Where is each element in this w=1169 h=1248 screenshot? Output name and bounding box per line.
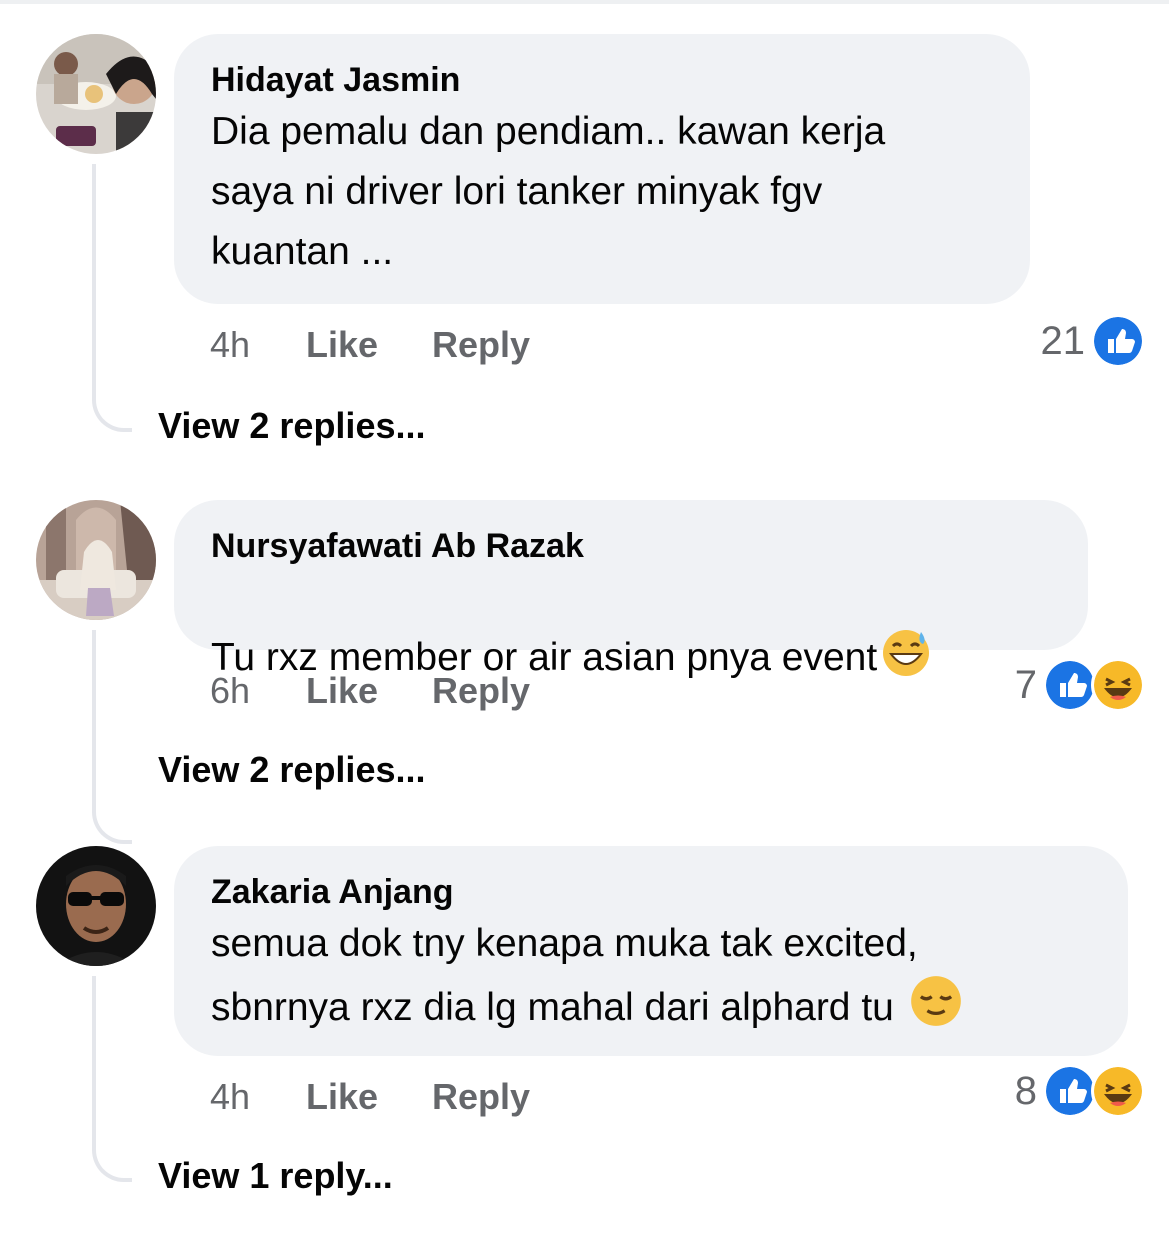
reaction-count: 21 — [1040, 318, 1086, 363]
avatar[interactable] — [36, 846, 156, 966]
like-icon — [1043, 1064, 1097, 1118]
like-icon — [1043, 658, 1097, 712]
reply-button[interactable]: Reply — [432, 666, 530, 716]
comment-text-line: semua dok tny kenapa muka tak excited, s… — [211, 914, 1092, 1038]
like-button[interactable]: Like — [306, 666, 378, 716]
avatar[interactable] — [36, 500, 156, 620]
top-divider — [0, 0, 1169, 4]
timestamp[interactable]: 4h — [210, 1072, 250, 1122]
timestamp[interactable]: 4h — [210, 320, 250, 370]
comment-bubble: Hidayat Jasmin Dia pemalu dan pendiam.. … — [174, 34, 1030, 304]
comment-actions: 4h Like Reply — [210, 320, 1150, 370]
haha-icon — [1091, 658, 1145, 712]
reply-button[interactable]: Reply — [432, 1072, 530, 1122]
thread-line — [92, 164, 132, 432]
reaction-count: 8 — [1014, 1068, 1037, 1113]
timestamp[interactable]: 6h — [210, 666, 250, 716]
comment-bubble: Nursyafawati Ab Razak Tu rxz member or a… — [174, 500, 1088, 679]
thread-line — [92, 976, 132, 1182]
reply-button[interactable]: Reply — [432, 320, 530, 370]
view-replies-link[interactable]: View 2 replies... — [158, 746, 426, 794]
thread-line — [92, 630, 132, 844]
comment-actions: 4h Like Reply — [210, 1072, 1150, 1122]
view-replies-link[interactable]: View 2 replies... — [158, 402, 426, 450]
avatar[interactable] — [36, 34, 156, 154]
comment-bubble: Zakaria Anjang semua dok tny kenapa muka… — [174, 846, 1128, 1056]
like-icon — [1091, 314, 1145, 368]
like-button[interactable]: Like — [306, 320, 378, 370]
reaction-summary[interactable]: 8 — [1014, 1064, 1145, 1118]
comment-author[interactable]: Hidayat Jasmin — [211, 58, 994, 102]
comment-text: Dia pemalu dan pendiam.. kawan kerja say… — [211, 110, 886, 273]
reaction-summary[interactable]: 21 — [1040, 314, 1145, 368]
comment-author[interactable]: Zakaria Anjang — [211, 870, 1092, 914]
view-replies-link[interactable]: View 1 reply... — [158, 1152, 393, 1200]
like-button[interactable]: Like — [306, 1072, 378, 1122]
comment-author[interactable]: Nursyafawati Ab Razak — [211, 524, 1052, 568]
haha-icon — [1091, 1064, 1145, 1118]
relieved-face-emoji — [910, 976, 961, 1026]
reaction-summary[interactable]: 7 — [1014, 658, 1145, 712]
comment-text: semua dok tny kenapa muka tak excited, s… — [211, 922, 918, 1029]
reaction-count: 7 — [1014, 662, 1037, 707]
comment-actions: 6h Like Reply — [210, 666, 1150, 716]
